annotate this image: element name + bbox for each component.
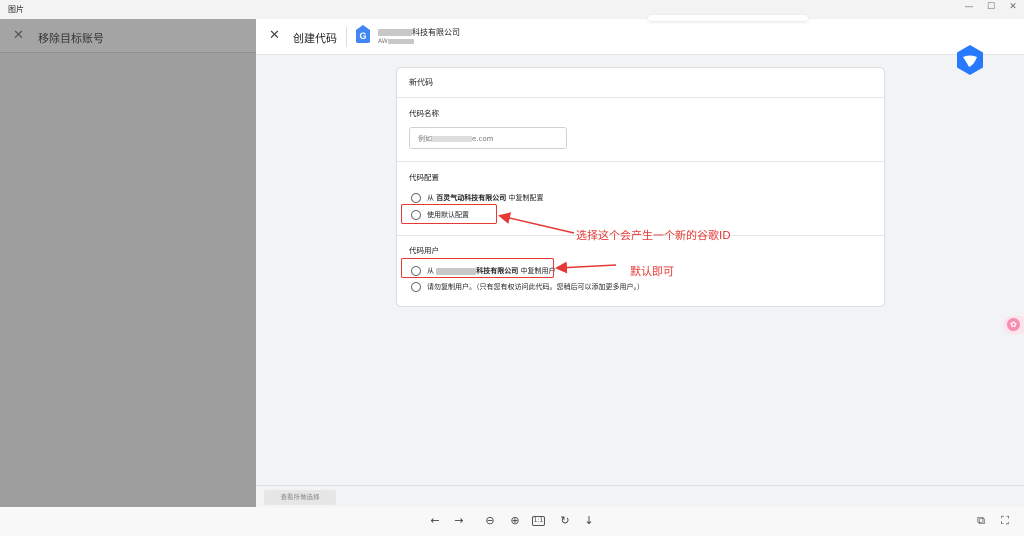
no-copy-users-label: 请勿复制用户。（只有您有权访问此代码。您稍后可以添加更多用户。） [427, 283, 644, 291]
form-footer: 查看所做选择 [256, 485, 1024, 507]
download-icon[interactable]: ↓ [581, 514, 597, 528]
top-floating-pill [648, 15, 808, 21]
viewer-toolbar: ← → ⊖ ⊕ 1:1 ↻ ↓ ⧉ ⛶ [0, 507, 1024, 536]
annotation-box-copy-users [401, 258, 554, 278]
create-tag-header: ✕ 创建代码 G 科技有限公司 AW [256, 15, 1024, 55]
left-panel-footer [0, 485, 256, 507]
account-name: 科技有限公司 [378, 27, 460, 38]
tag-config-label: 代码配置 [409, 173, 439, 182]
tag-name-section: 代码名称 例如 e.com [397, 97, 884, 161]
left-panel-title: 移除目标账号 [38, 32, 104, 45]
side-floating-widget[interactable]: ✿ [1003, 316, 1024, 334]
zoom-in-icon[interactable]: ⊕ [507, 514, 523, 528]
prev-arrow-icon[interactable]: ← [427, 514, 443, 528]
account-id: AW [378, 38, 414, 45]
fit-screen-icon[interactable]: ⛶ [997, 514, 1013, 528]
window-title: 图片 [8, 5, 24, 14]
left-close-icon[interactable]: ✕ [13, 28, 24, 43]
copy-config-radio[interactable] [411, 193, 421, 203]
crop-icon[interactable]: ⧉ [973, 514, 989, 528]
tag-users-label: 代码用户 [409, 246, 439, 255]
maximize-button[interactable]: ☐ [980, 0, 1002, 19]
tag-name-label: 代码名称 [409, 109, 439, 118]
zoom-out-icon[interactable]: ⊖ [482, 514, 498, 528]
rotate-icon[interactable]: ↻ [557, 514, 573, 528]
tag-name-input[interactable]: 例如 e.com [409, 127, 567, 149]
remove-target-account-panel: ✕ 移除目标账号 [0, 19, 256, 507]
close-window-button[interactable]: ✕ [1002, 0, 1024, 19]
google-tag-icon: G [356, 25, 370, 43]
close-icon[interactable]: ✕ [269, 28, 280, 43]
bird-assistant-icon[interactable] [955, 44, 985, 76]
tag-name-placeholder: 例如 e.com [418, 135, 494, 143]
copy-config-label: 从 百灵气动科技有限公司 中复制配置 [427, 194, 544, 202]
flower-icon: ✿ [1007, 318, 1020, 331]
svg-text:G: G [359, 31, 366, 41]
review-selection-button[interactable]: 查看所做选择 [264, 490, 336, 505]
page-title: 创建代码 [293, 32, 337, 45]
header-divider [346, 27, 347, 47]
annotation-new-id-note: 选择这个会产生一个新的谷歌ID [576, 229, 731, 242]
card-title: 新代码 [409, 78, 433, 87]
left-panel-header: ✕ 移除目标账号 [0, 19, 256, 53]
annotation-default-note: 默认即可 [630, 265, 674, 278]
next-arrow-icon[interactable]: → [451, 514, 467, 528]
minimize-button[interactable]: — [958, 0, 980, 19]
actual-size-icon[interactable]: 1:1 [532, 516, 545, 526]
no-copy-users-radio[interactable] [411, 282, 421, 292]
annotation-box-default-config [401, 204, 497, 224]
window-titlebar: 图片 — ☐ ✕ [0, 0, 1024, 19]
